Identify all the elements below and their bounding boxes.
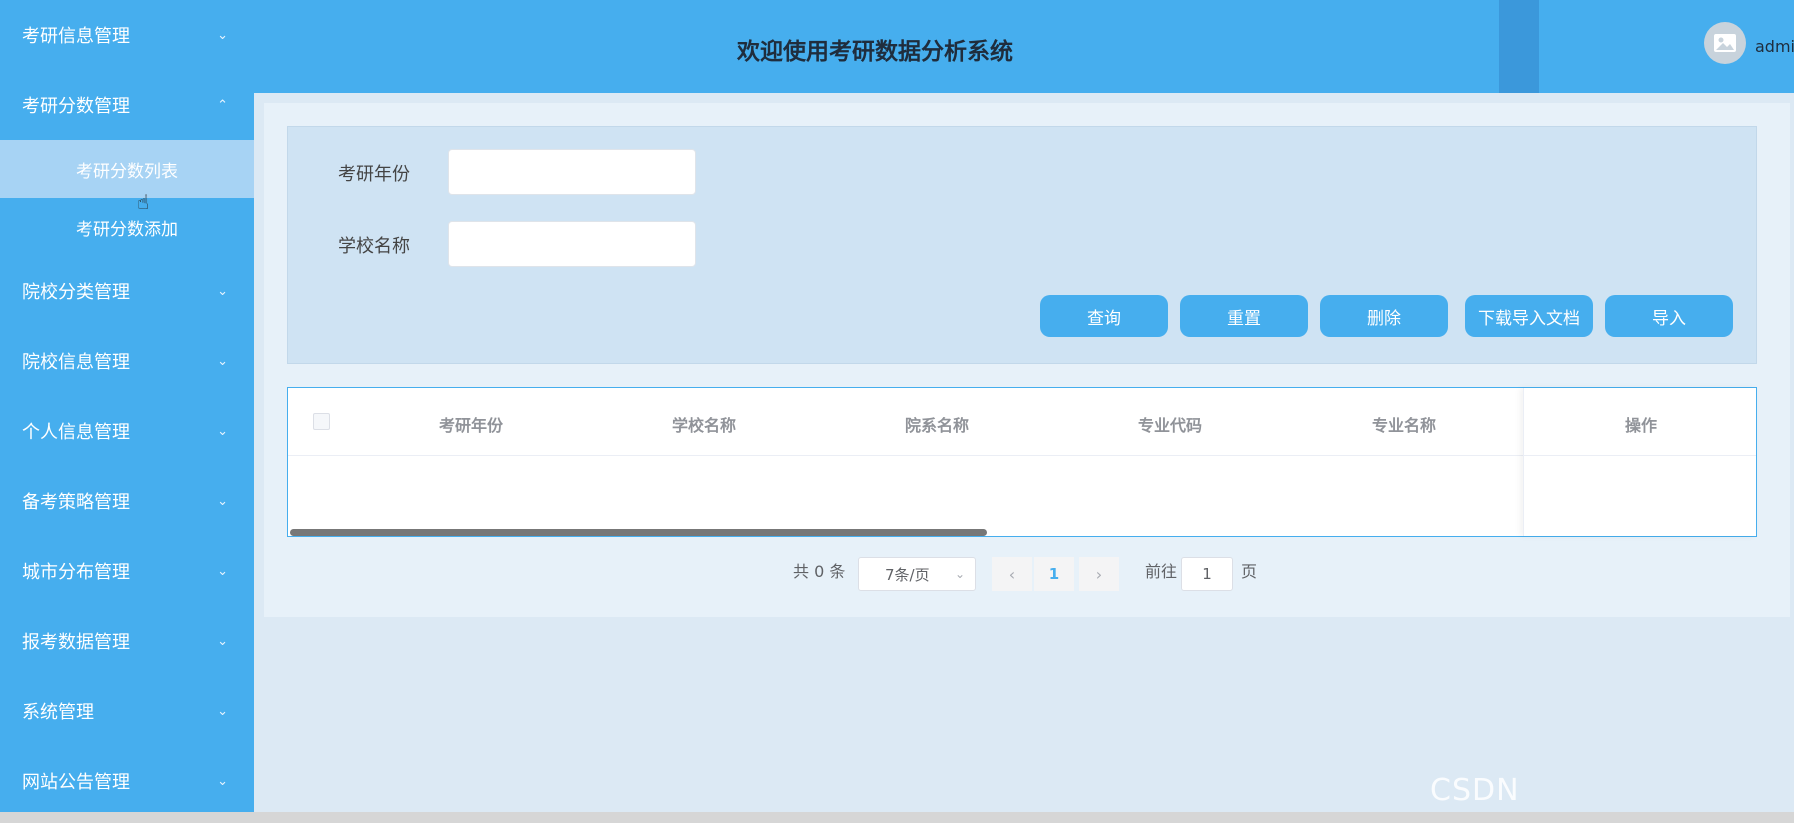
column-header-year[interactable]: 考研年份	[401, 412, 541, 436]
horizontal-scrollbar[interactable]	[290, 529, 987, 536]
chevron-down-icon: ⌄	[217, 703, 228, 719]
import-button[interactable]: 导入	[1605, 295, 1733, 337]
page-suffix: 页	[1241, 562, 1258, 581]
school-input[interactable]	[448, 221, 696, 267]
select-all-checkbox[interactable]	[313, 413, 330, 430]
chevron-down-icon: ⌄	[217, 773, 228, 789]
sidebar-item-announcement[interactable]: 网站公告管理 ⌄	[0, 746, 254, 812]
sidebar-subitem-score-list[interactable]: 考研分数列表	[0, 140, 254, 198]
sidebar-item-label: 考研分数管理	[22, 96, 130, 117]
download-template-button[interactable]: 下载导入文档	[1465, 295, 1593, 337]
taskbar	[0, 812, 1794, 823]
year-input[interactable]	[448, 149, 696, 195]
column-header-major-name[interactable]: 专业名称	[1334, 412, 1474, 436]
sidebar-item-label: 系统管理	[22, 702, 94, 723]
chevron-up-icon: ⌃	[217, 97, 228, 113]
user-name[interactable]: admi	[1755, 37, 1794, 56]
goto-label: 前往	[1145, 562, 1178, 581]
year-label: 考研年份	[338, 164, 410, 185]
chevron-down-icon: ⌄	[217, 493, 228, 509]
sidebar-item-label: 个人信息管理	[22, 422, 130, 443]
sidebar-item-strategy[interactable]: 备考策略管理 ⌄	[0, 466, 254, 536]
header-divider	[1499, 0, 1539, 93]
sidebar-item-apply-data[interactable]: 报考数据管理 ⌄	[0, 606, 254, 676]
column-header-major-code[interactable]: 专业代码	[1100, 412, 1240, 436]
sidebar-item-label: 备考策略管理	[22, 492, 130, 513]
sidebar-item-school-info[interactable]: 院校信息管理 ⌄	[0, 326, 254, 396]
top-header: 欢迎使用考研数据分析系统 admi	[254, 0, 1794, 93]
goto-page-input[interactable]: 1	[1181, 557, 1233, 591]
page-number-current[interactable]: 1	[1034, 557, 1074, 591]
column-header-school[interactable]: 学校名称	[634, 412, 774, 436]
column-header-operation: 操作	[1624, 416, 1657, 435]
sidebar-item-label: 考研信息管理	[22, 26, 130, 47]
sidebar-item-label: 网站公告管理	[22, 772, 130, 793]
sidebar-item-label: 城市分布管理	[22, 562, 130, 583]
operation-column: 操作	[1523, 388, 1757, 536]
chevron-down-icon: ⌄	[954, 567, 965, 581]
sidebar-item-label: 院校信息管理	[22, 352, 130, 373]
sidebar-subitem-label: 考研分数添加	[76, 219, 178, 240]
page-size-select[interactable]: 7条/页 ⌄	[858, 557, 976, 591]
main-content: 考研年份 学校名称 查询 重置 删除 下载导入文档 导入 考研年份 学校名称 院…	[264, 103, 1790, 617]
delete-button[interactable]: 删除	[1320, 295, 1448, 337]
page-size-value: 7条/页	[885, 565, 930, 584]
chevron-down-icon: ⌄	[217, 563, 228, 579]
image-icon	[1714, 34, 1736, 52]
school-label: 学校名称	[338, 236, 410, 257]
sidebar-item-kaoyan-score[interactable]: 考研分数管理 ⌃	[0, 70, 254, 140]
page-title: 欢迎使用考研数据分析系统	[737, 39, 1013, 65]
sidebar-item-personal-info[interactable]: 个人信息管理 ⌄	[0, 396, 254, 466]
chevron-down-icon: ⌄	[217, 423, 228, 439]
sidebar-item-city[interactable]: 城市分布管理 ⌄	[0, 536, 254, 606]
chevron-down-icon: ⌄	[217, 353, 228, 369]
chevron-down-icon: ⌄	[217, 633, 228, 649]
prev-page-button[interactable]: ‹	[992, 557, 1032, 591]
hand-cursor-icon: ☝	[137, 190, 150, 214]
sidebar-subitem-score-add[interactable]: 考研分数添加	[0, 198, 254, 256]
sidebar-item-system[interactable]: 系统管理 ⌄	[0, 676, 254, 746]
avatar[interactable]	[1704, 22, 1746, 64]
data-table: 考研年份 学校名称 院系名称 专业代码 专业名称 操作	[287, 387, 1757, 537]
reset-button[interactable]: 重置	[1180, 295, 1308, 337]
sidebar-item-label: 院校分类管理	[22, 282, 130, 303]
sidebar-item-kaoyan-info[interactable]: 考研信息管理 ⌄	[0, 0, 254, 70]
sidebar-item-school-category[interactable]: 院校分类管理 ⌄	[0, 256, 254, 326]
search-panel: 考研年份 学校名称 查询 重置 删除 下载导入文档 导入	[287, 126, 1757, 364]
pagination-total: 共 0 条	[793, 562, 846, 581]
sidebar-subitem-label: 考研分数列表	[76, 161, 178, 182]
sidebar: 考研信息管理 ⌄ 考研分数管理 ⌃ 考研分数列表 考研分数添加 院校分类管理 ⌄…	[0, 0, 254, 812]
column-header-department[interactable]: 院系名称	[867, 412, 1007, 436]
sidebar-item-label: 报考数据管理	[22, 632, 130, 653]
chevron-down-icon: ⌄	[217, 27, 228, 43]
next-page-button[interactable]: ›	[1079, 557, 1119, 591]
chevron-down-icon: ⌄	[217, 283, 228, 299]
query-button[interactable]: 查询	[1040, 295, 1168, 337]
